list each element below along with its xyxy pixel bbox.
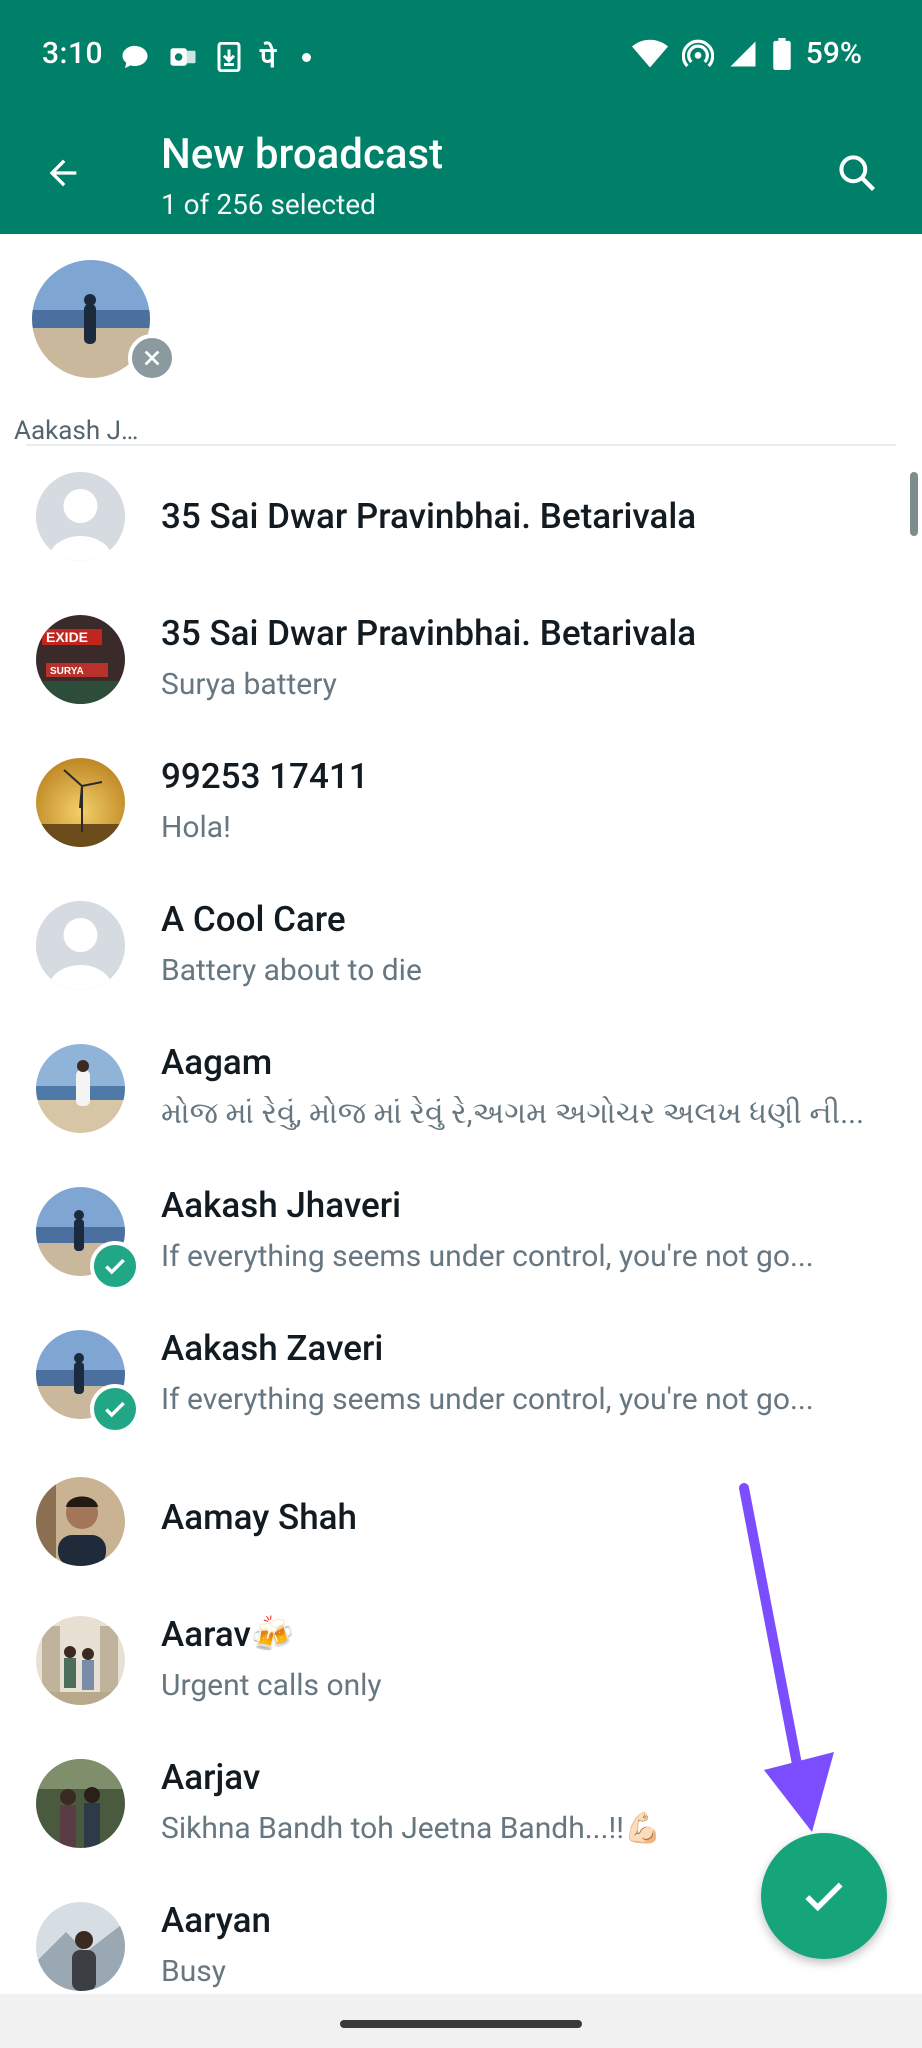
hotspot-icon — [681, 39, 714, 67]
search-icon — [839, 155, 876, 192]
selected-check-icon — [90, 1241, 140, 1291]
remove-selected-button[interactable] — [128, 334, 176, 382]
contact-about: If everything seems under control, you'r… — [161, 1239, 814, 1274]
contact-about: If everything seems under control, you'r… — [161, 1382, 814, 1417]
scrollbar[interactable] — [910, 472, 918, 536]
notification-icons: पे — [120, 38, 311, 76]
contact-about: મોજ માં રેવું, મોજ માં રેવું રે,અગમ અગોચ… — [161, 1096, 864, 1131]
outlook-icon — [170, 48, 196, 66]
chat-bubble-icon — [122, 45, 148, 69]
close-icon — [144, 350, 160, 366]
contact-about: Busy — [161, 1954, 226, 1989]
contact-name: Aagam — [161, 1042, 273, 1083]
contact-name: Aakash Zaveri — [161, 1328, 384, 1369]
contact-name: 35 Sai Dwar Pravinbhai. Betarivala — [161, 496, 697, 537]
contact-about: Sikhna Bandh toh Jeetna Bandh...!!💪🏻 — [161, 1811, 662, 1846]
contact-about: Urgent calls only — [161, 1668, 382, 1703]
list-item[interactable]: 35 Sai Dwar Pravinbhai. Betarivala — [0, 446, 922, 589]
list-item[interactable]: Aagam મોજ માં રેવું, મોજ માં રેવું રે,અગ… — [0, 1018, 922, 1161]
selected-check-icon — [90, 1384, 140, 1434]
list-item[interactable]: A Cool Care Battery about to die — [0, 875, 922, 1018]
status-bar: 3:10 पे 59% — [0, 0, 922, 108]
app-bar: New broadcast 1 of 256 selected — [0, 108, 922, 234]
battery-icon — [773, 37, 791, 70]
back-button[interactable] — [28, 138, 98, 208]
dot-icon — [301, 52, 311, 62]
contact-name: Aamay Shah — [161, 1497, 357, 1538]
contact-name: Aarjav — [161, 1757, 261, 1798]
list-item[interactable]: Aakash Zaveri If everything seems under … — [0, 1304, 922, 1447]
avatar: EXIDE SURYA — [36, 615, 125, 704]
confirm-fab-button[interactable] — [761, 1833, 887, 1959]
contact-name: Aarav🍻 — [161, 1614, 295, 1655]
avatar — [36, 758, 125, 847]
contact-name: Aaryan — [161, 1900, 271, 1941]
avatar — [36, 1044, 125, 1133]
page-title: New broadcast — [161, 130, 444, 179]
contact-about: Battery about to die — [161, 953, 422, 988]
system-icons: 59% — [631, 36, 862, 71]
contact-name: 35 Sai Dwar Pravinbhai. Betarivala — [161, 613, 697, 654]
contact-about: Surya battery — [161, 667, 337, 702]
avatar — [36, 1902, 125, 1991]
avatar — [36, 1759, 125, 1848]
avatar — [36, 1616, 125, 1705]
wifi-icon — [631, 39, 668, 67]
avatar — [36, 901, 125, 990]
back-arrow-icon — [49, 159, 77, 187]
list-item[interactable]: Aarav🍻 Urgent calls only — [0, 1590, 922, 1733]
system-nav-bar — [0, 1994, 922, 2048]
contact-name: Aakash Jhaveri — [161, 1185, 402, 1226]
status-time: 3:10 — [42, 36, 104, 71]
list-item[interactable]: Aamay Shah — [0, 1447, 922, 1590]
signal-icon — [730, 41, 756, 66]
svg-text:SURYA: SURYA — [50, 666, 84, 677]
search-button[interactable] — [822, 138, 892, 208]
list-item[interactable]: 99253 17411 Hola! — [0, 732, 922, 875]
download-icon — [217, 42, 241, 72]
selected-contacts: Aakash J… — [0, 234, 922, 446]
selected-name: Aakash J… — [14, 416, 139, 446]
avatar — [36, 1477, 125, 1566]
avatar — [36, 472, 125, 561]
app-header: 3:10 पे 59% New broadcast 1 of 256 selec… — [0, 0, 922, 234]
list-item[interactable]: Aakash Jhaveri If everything seems under… — [0, 1161, 922, 1304]
contact-name: 99253 17411 — [161, 756, 369, 797]
battery-percent: 59% — [805, 36, 862, 71]
contact-name: A Cool Care — [161, 899, 346, 940]
contact-about: Hola! — [161, 810, 231, 845]
selection-count: 1 of 256 selected — [161, 188, 376, 221]
home-handle[interactable] — [340, 2020, 582, 2028]
list-item[interactable]: EXIDE SURYA 35 Sai Dwar Pravinbhai. Betar… — [0, 589, 922, 732]
check-icon — [805, 1882, 843, 1912]
svg-text:EXIDE: EXIDE — [46, 629, 88, 645]
phonepe-icon: पे — [260, 41, 276, 74]
